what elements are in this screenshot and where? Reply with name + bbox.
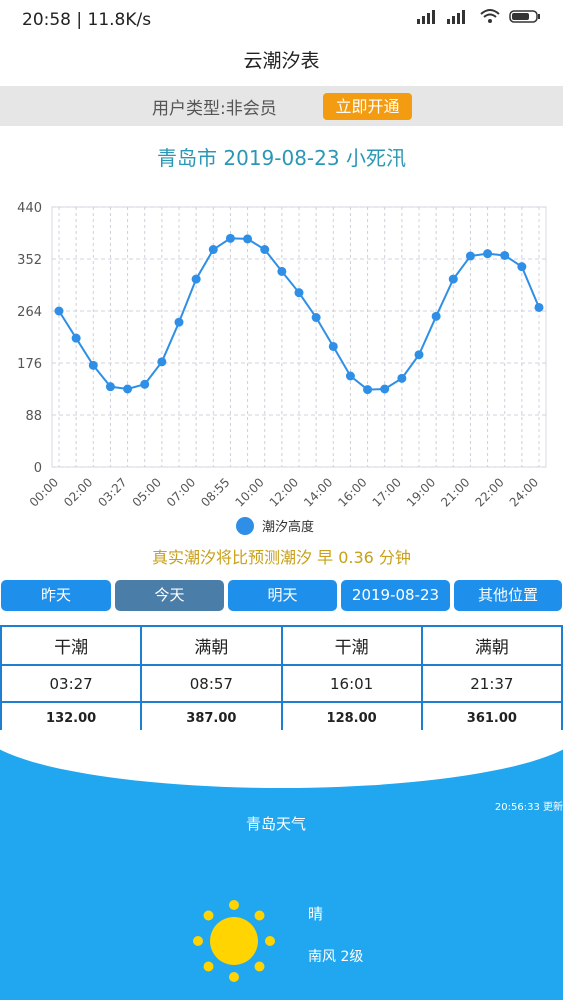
tide-height-point [500,250,510,260]
tide-time-cell: 16:01 [280,664,423,703]
tide-height-point [380,384,390,394]
tide-time-row: 03:27 08:57 16:01 21:37 [0,664,563,703]
day-tabs: 昨天 今天 明天 2019-08-23 其他位置 [0,580,563,612]
tide-height-point [294,288,304,298]
tide-height-point [448,274,458,284]
tide-height-point [431,311,441,321]
x-tick-label: 00:00 [27,475,61,509]
tide-height-point [534,302,544,312]
tide-type-cell: 干潮 [0,625,143,666]
tide-height-point [105,382,115,392]
x-tick-label: 10:00 [232,475,266,509]
tide-table: 干潮 满朝 干潮 满朝 03:27 08:57 16:01 21:37 132.… [0,625,563,736]
y-tick-label: 88 [25,409,42,424]
y-tick-label: 352 [17,253,42,268]
weather-panel: 20:56:33 更新 青岛天气 晴 南风 2级 [0,730,563,1000]
x-tick-label: 14:00 [301,475,335,509]
tide-chart: 0 88 176 264 352 440 00:00 02:00 03:27 05:00 07:00… [17,201,547,510]
tab-today[interactable]: 今天 [115,580,224,611]
app-title-bar: 云潮汐表 [0,42,563,86]
signal-icon [417,10,435,24]
x-tick-label: 03:27 [95,475,129,509]
chart-legend: 潮汐高度 [236,516,314,535]
status-icons [417,8,541,24]
x-tick-label: 22:00 [472,475,506,509]
status-time-speed: 20:58 | 11.8K/s [22,10,152,30]
tide-height-point [517,262,527,272]
x-tick-label: 24:00 [507,475,541,509]
y-tick-label: 264 [17,305,42,320]
user-type-label: 用户类型:非会员 [152,99,277,119]
tide-height-point [345,371,355,381]
tab-date[interactable]: 2019-08-23 [341,580,450,611]
tide-type-cell: 满朝 [420,625,563,666]
tide-height-point [88,360,98,370]
tide-height-point [277,266,287,276]
weather-wind: 南风 2级 [308,949,364,965]
tide-height-point [465,251,475,261]
legend-label: 潮汐高度 [262,520,315,535]
tide-height-point [363,385,373,395]
battery-icon [509,10,540,23]
tide-height-point [397,373,407,383]
tide-height-point [260,245,270,255]
weather-update-time: 20:56:33 更新 [494,802,563,813]
tab-tomorrow[interactable]: 明天 [228,580,337,611]
tide-time-cell: 03:27 [0,664,143,703]
tide-height-point [243,234,253,244]
weather-city: 青岛天气 [246,815,307,833]
x-tick-label: 07:00 [164,475,198,509]
tide-height-point [174,317,184,327]
tide-height-point [157,357,167,367]
tab-yesterday[interactable]: 昨天 [1,580,111,611]
tide-height-point [208,245,218,255]
y-tick-label: 0 [34,461,42,476]
tide-header-row: 干潮 满朝 干潮 满朝 [0,625,563,666]
x-tick-label: 08:55 [198,475,232,509]
weather-curve [0,730,563,788]
open-membership-button[interactable]: 立即开通 [323,93,412,120]
tide-height-point [225,233,235,243]
x-tick-label: 12:00 [267,475,301,509]
tide-height-point [71,333,81,343]
x-tick-label: 05:00 [130,475,164,509]
app-title: 云潮汐表 [243,50,320,72]
tide-time-cell: 21:37 [420,664,563,703]
tide-height-point [140,379,150,389]
user-type-bar: 用户类型:非会员 立即开通 [0,86,563,126]
legend-marker [236,516,254,535]
tide-height-point [483,249,493,259]
tide-height-point [191,274,201,284]
x-tick-label: 21:00 [438,475,472,509]
chart-title: 青岛市 2019-08-23 小死汛 [157,146,406,170]
tide-offset-note: 真实潮汐将比预测潮汐 早 0.36 分钟 [152,548,411,567]
x-tick-label: 16:00 [335,475,369,509]
tide-height-point [328,341,338,351]
tide-type-cell: 满朝 [140,625,283,666]
tide-height-point [54,306,64,316]
y-tick-label: 176 [17,357,42,372]
x-tick-label: 19:00 [404,475,438,509]
hd-signal-icon [447,10,465,24]
tide-time-cell: 08:57 [140,664,283,703]
tide-height-point [311,313,321,322]
wifi-icon [480,9,500,23]
tide-height-point [123,384,133,394]
tab-other-location[interactable]: 其他位置 [454,580,562,611]
weather-condition: 晴 [308,905,324,923]
y-tick-label: 440 [17,201,42,216]
tide-height-point [414,350,424,360]
tide-type-cell: 干潮 [280,625,423,666]
sunny-icon [193,900,275,982]
x-tick-label: 17:00 [370,475,404,509]
x-tick-label: 02:00 [61,475,95,509]
status-bar: 20:58 | 11.8K/s [0,0,563,42]
